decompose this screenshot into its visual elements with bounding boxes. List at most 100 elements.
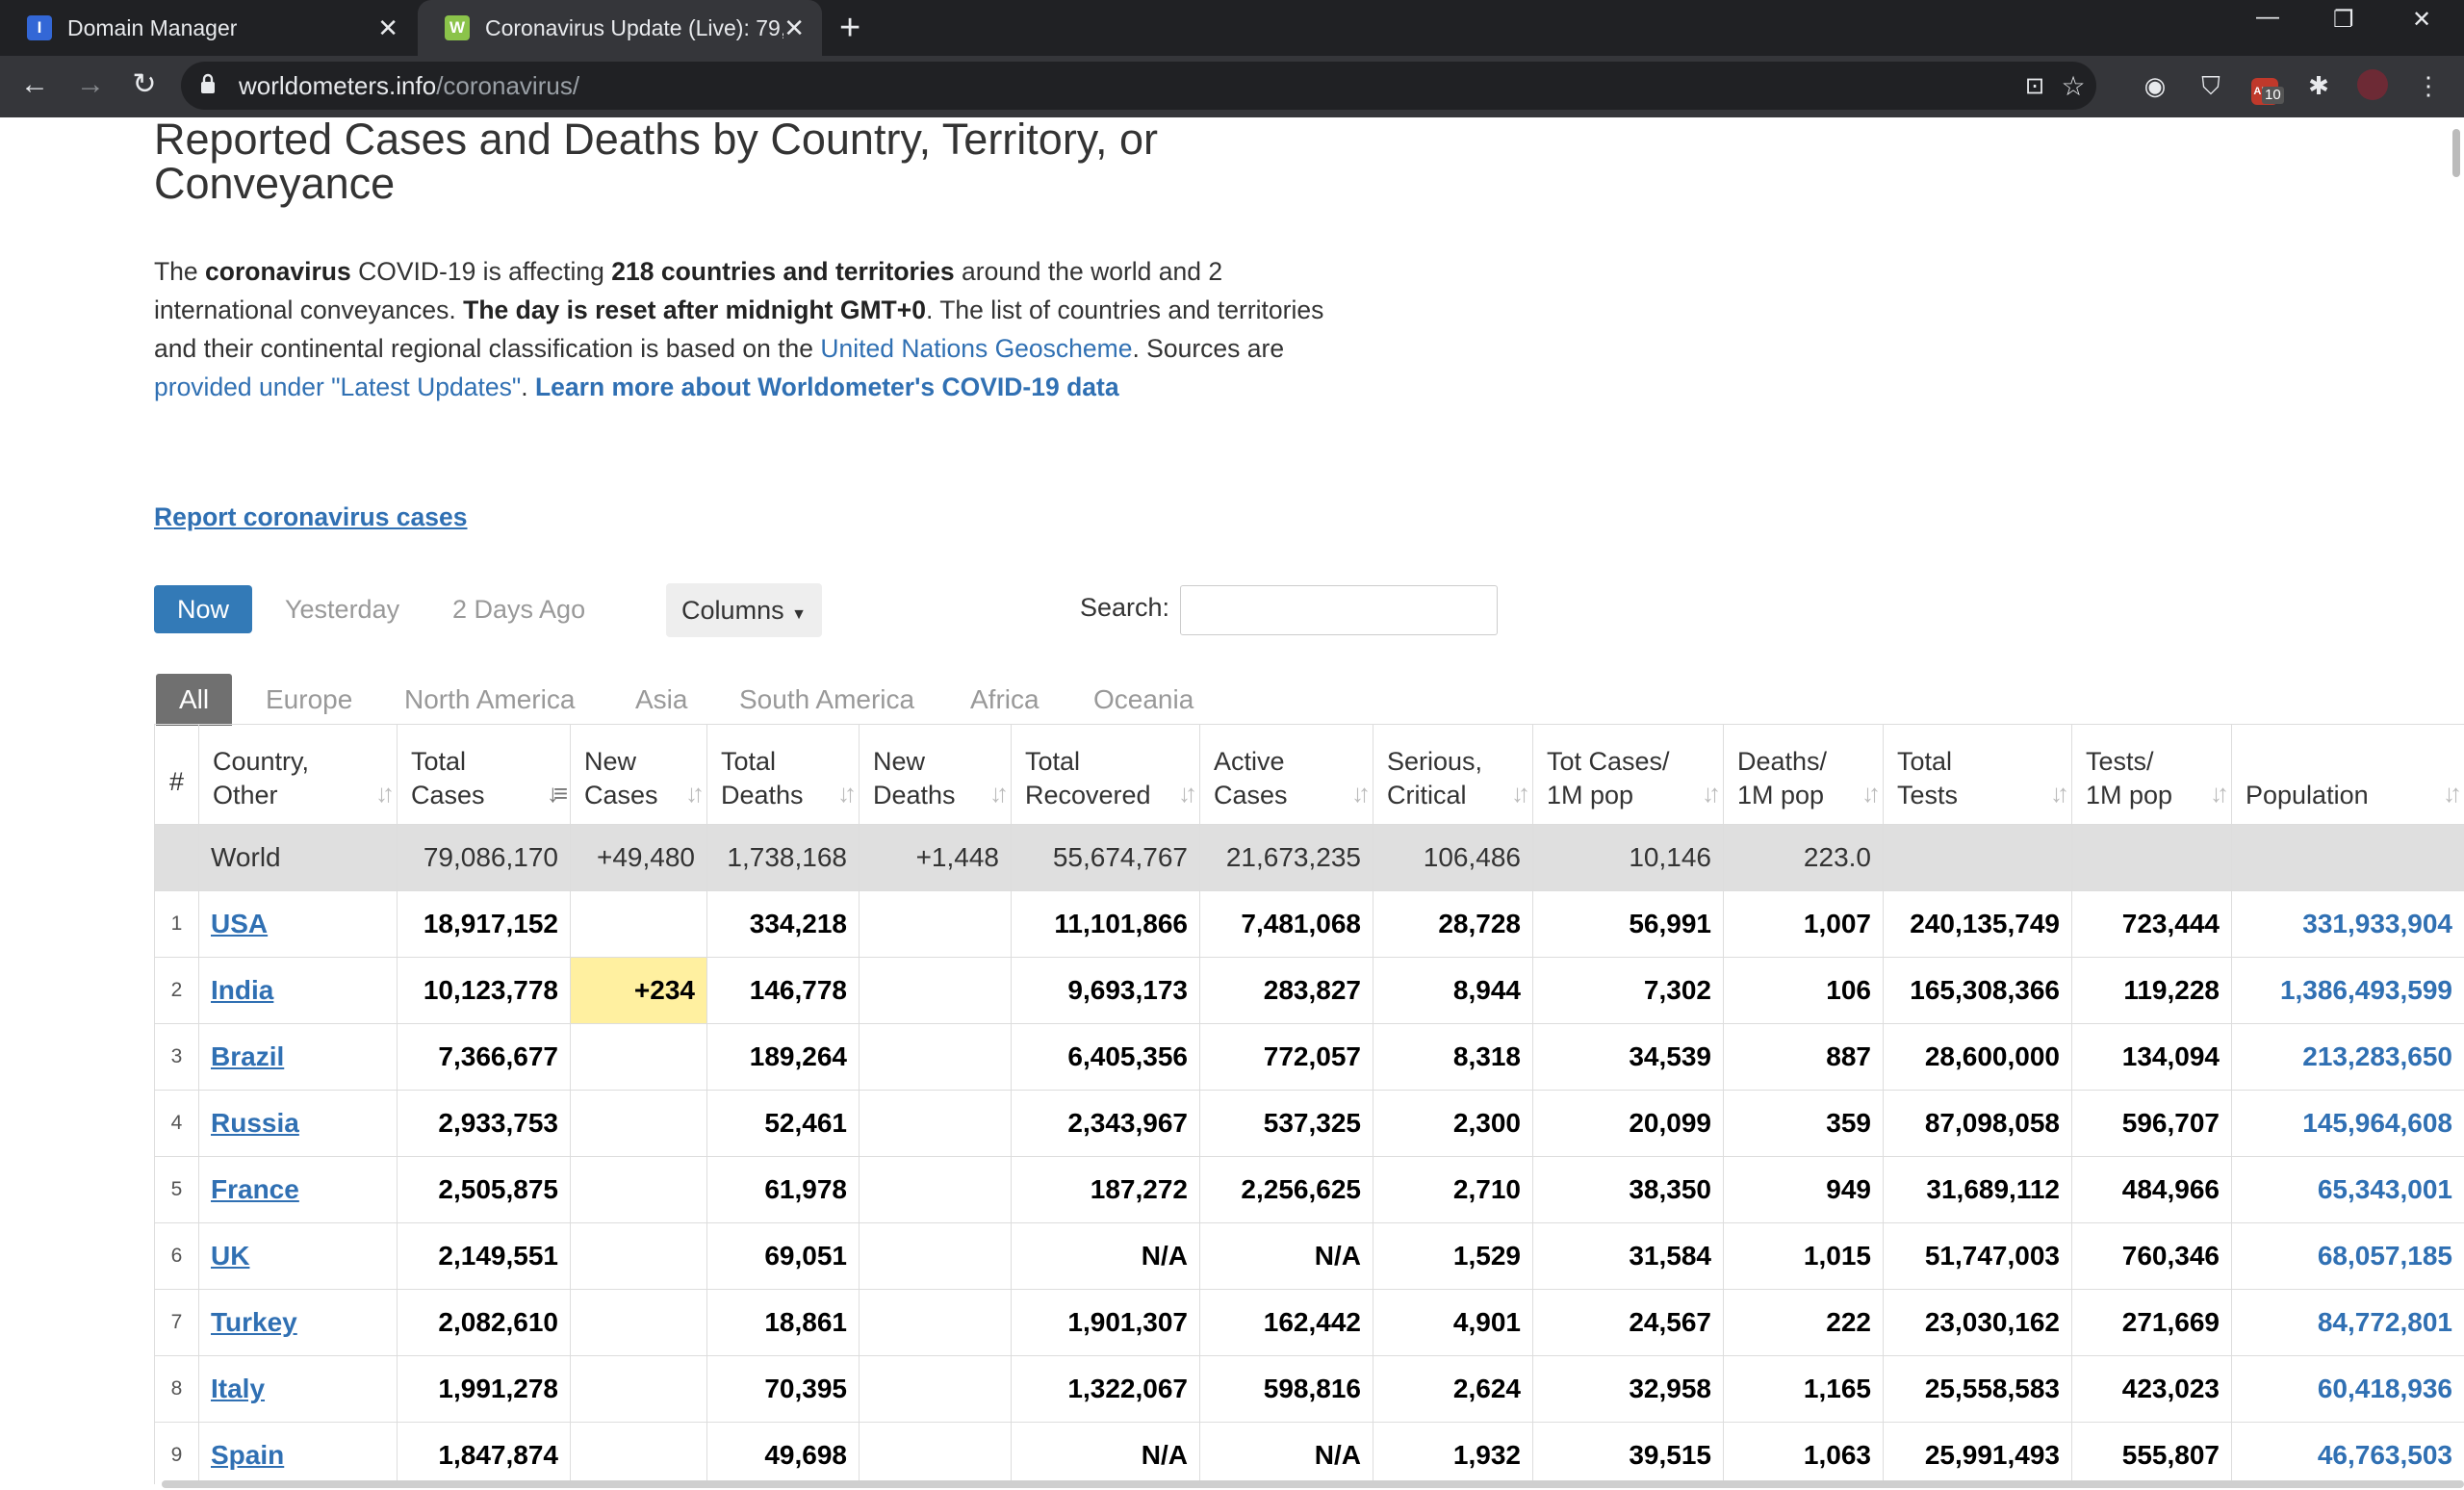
covid-table: # Country, Other ↓↑ Total Cases ↓≡ New Cases ↓↑ To… [154, 724, 2464, 1484]
extension-mask-icon[interactable]: ◉ [2139, 69, 2171, 102]
country-link[interactable]: Russia [211, 1108, 299, 1138]
country-link[interactable]: Turkey [211, 1307, 297, 1337]
country-link[interactable]: France [211, 1174, 299, 1204]
close-window-button[interactable]: ✕ [2412, 6, 2431, 34]
column-header-cases-per-1m[interactable]: Tot Cases/1M pop ↓↑ [1532, 724, 1724, 825]
sort-icon[interactable]: ↓↑ [1351, 777, 1371, 810]
close-tab-icon[interactable]: ✕ [783, 13, 805, 42]
column-header-new-deaths[interactable]: New Deaths ↓↑ [859, 724, 1012, 825]
country-link[interactable]: USA [211, 909, 268, 938]
country-link[interactable]: Spain [211, 1440, 284, 1470]
new-deaths-cell [859, 957, 1012, 1024]
minimize-window-button[interactable]: — [2256, 4, 2279, 31]
browser-tab-domain-manager[interactable]: I Domain Manager ✕ [0, 0, 416, 56]
column-header-deaths-per-1m[interactable]: Deaths/1M pop ↓↑ [1723, 724, 1884, 825]
region-tab-all[interactable]: All [156, 674, 233, 726]
total-cases-cell: 2,933,753 [397, 1090, 571, 1157]
un-geoscheme-link[interactable]: United Nations Geoscheme [820, 334, 1132, 363]
sort-icon[interactable]: ↓↑ [375, 777, 395, 810]
column-header-label: Critical [1387, 781, 1467, 809]
horizontal-scrollbar[interactable] [162, 1480, 2464, 1488]
tab-yesterday[interactable]: Yesterday [262, 585, 423, 633]
extensions-puzzle-icon[interactable]: ✱ [2302, 69, 2335, 102]
deaths-per-m-cell: 359 [1723, 1090, 1884, 1157]
sort-icon[interactable]: ↓↑ [1861, 777, 1881, 810]
browser-toolbar: ← → ↻ worldometers.info/coronavirus/ ⊡ ☆… [0, 56, 2464, 117]
restore-window-button[interactable]: ❐ [2333, 6, 2354, 34]
bookmark-icon[interactable]: ⛉ [2194, 69, 2227, 102]
column-header-rank[interactable]: # [154, 724, 199, 825]
adblock-icon[interactable]: ABP 10 [2248, 69, 2284, 105]
tests-per-m-cell: 723,444 [2071, 890, 2232, 958]
sort-icon[interactable]: ↓↑ [2210, 777, 2229, 810]
total-cases-cell: 18,917,152 [397, 890, 571, 958]
column-header-label: New [584, 747, 637, 776]
region-tab-europe[interactable]: Europe [266, 674, 352, 726]
sort-icon[interactable]: ↓↑ [989, 777, 1009, 810]
translate-icon[interactable]: ⊡ [2019, 71, 2050, 102]
sort-icon[interactable]: ↓↑ [1511, 777, 1530, 810]
country-link[interactable]: UK [211, 1241, 249, 1271]
latest-updates-link[interactable]: provided under "Latest Updates" [154, 372, 521, 401]
reload-icon[interactable]: ↻ [125, 65, 164, 104]
close-tab-icon[interactable]: ✕ [377, 13, 398, 42]
sort-icon[interactable]: ↓↑ [685, 777, 705, 810]
column-header-total-cases[interactable]: Total Cases ↓≡ [397, 724, 571, 825]
region-tab-south-america[interactable]: South America [739, 674, 914, 726]
tab-2-days-ago[interactable]: 2 Days Ago [429, 585, 608, 633]
column-header-new-cases[interactable]: New Cases ↓↑ [570, 724, 707, 825]
column-header-label: Total [1025, 747, 1081, 776]
new-cases-cell: +234 [570, 957, 707, 1024]
sort-icon[interactable]: ↓↑ [837, 777, 857, 810]
report-cases-link[interactable]: Report coronavirus cases [154, 502, 468, 532]
bookmark-star-icon[interactable]: ☆ [2058, 71, 2089, 102]
sort-icon[interactable]: ↓↑ [1702, 777, 1721, 810]
country-link[interactable]: Brazil [211, 1041, 284, 1071]
region-tab-asia[interactable]: Asia [635, 674, 687, 726]
serious-cell: 4,901 [1373, 1289, 1533, 1356]
serious-cell: 1,529 [1373, 1222, 1533, 1290]
tab-title: Domain Manager [67, 14, 238, 40]
table-row: 6 UK 2,149,551 69,051 N/A N/A 1,529 31,584 1,015… [154, 1222, 2464, 1290]
sort-icon[interactable]: ↓↑ [1178, 777, 1197, 810]
country-cell: France [198, 1156, 398, 1223]
column-header-country[interactable]: Country, Other ↓↑ [198, 724, 398, 825]
column-header-population[interactable]: Population ↓↑ [2231, 724, 2464, 825]
total-tests-cell: 87,098,058 [1883, 1090, 2072, 1157]
search-input[interactable] [1180, 585, 1498, 635]
sort-icon[interactable]: ↓↑ [2050, 777, 2069, 810]
address-bar[interactable]: worldometers.info/coronavirus/ ⊡ ☆ [181, 62, 2096, 110]
column-header-total-recovered[interactable]: Total Recovered ↓↑ [1011, 724, 1200, 825]
column-header-tests-per-1m[interactable]: Tests/1M pop ↓↑ [2071, 724, 2232, 825]
column-header-label: 1M pop [1737, 781, 1825, 809]
forward-arrow-icon[interactable]: → [71, 65, 110, 104]
country-link[interactable]: India [211, 975, 273, 1005]
url-host: worldometers.info [239, 71, 437, 100]
new-tab-button[interactable]: + [839, 10, 860, 46]
browser-menu-icon[interactable]: ⋮ [2412, 69, 2445, 102]
back-arrow-icon[interactable]: ← [15, 65, 54, 104]
region-tab-north-america[interactable]: North America [404, 674, 575, 726]
url-text[interactable]: worldometers.info/coronavirus/ [239, 71, 579, 101]
profile-avatar[interactable] [2356, 69, 2389, 102]
region-tab-oceania[interactable]: Oceania [1093, 674, 1194, 726]
tab-now[interactable]: Now [154, 585, 253, 633]
column-header-label: Tests [1897, 781, 1959, 809]
vertical-scrollbar[interactable] [2452, 129, 2460, 177]
columns-dropdown-button[interactable]: Columns ▼ [666, 583, 822, 637]
region-tab-africa[interactable]: Africa [970, 674, 1040, 726]
sort-icon[interactable]: ↓↑ [2443, 777, 2462, 810]
column-header-total-deaths[interactable]: Total Deaths ↓↑ [706, 724, 860, 825]
browser-tab-coronavirus[interactable]: W Coronavirus Update (Live): 79, ✕ [418, 0, 822, 56]
total-tests-cell: 240,135,749 [1883, 890, 2072, 958]
column-header-serious-critical[interactable]: Serious, Critical ↓↑ [1373, 724, 1533, 825]
country-link[interactable]: Italy [211, 1374, 265, 1403]
column-header-label: Serious, [1387, 747, 1483, 776]
column-header-active-cases[interactable]: Active Cases ↓↑ [1199, 724, 1373, 825]
learn-more-link[interactable]: Learn more about Worldometer's COVID-19 … [535, 372, 1119, 401]
country-cell: Brazil [198, 1023, 398, 1091]
table-row: 3 Brazil 7,366,677 189,264 6,405,356 772,057 8… [154, 1023, 2464, 1091]
column-header-total-tests[interactable]: Total Tests ↓↑ [1883, 724, 2072, 825]
sort-icon[interactable]: ↓≡ [547, 777, 568, 810]
serious-cell: 28,728 [1373, 890, 1533, 958]
